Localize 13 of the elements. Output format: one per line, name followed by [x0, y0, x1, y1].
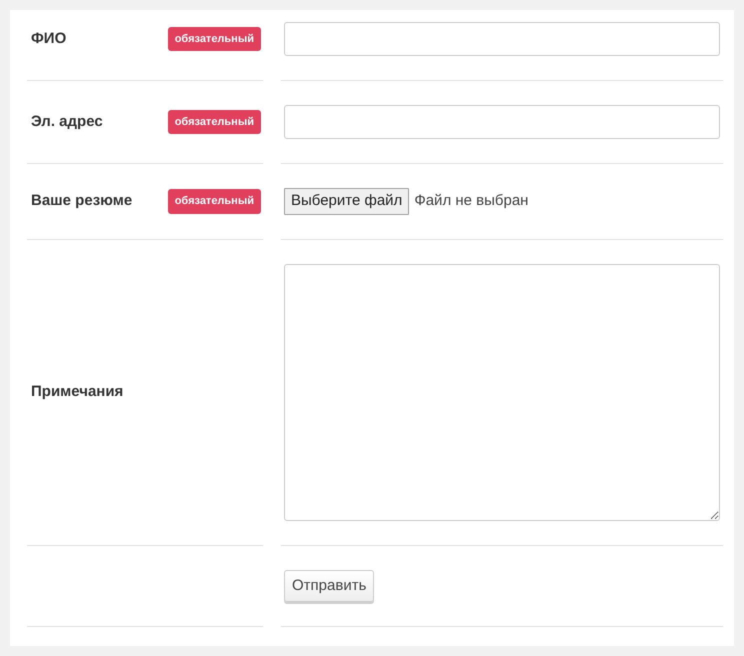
field-label: ФИО	[30, 28, 66, 49]
field-label: Эл. адрес	[30, 112, 103, 132]
notes-field[interactable]	[284, 264, 720, 521]
text-field[interactable]	[284, 105, 720, 139]
field-label: Ваше резюме	[30, 191, 132, 212]
required-badge: обязательный	[168, 110, 261, 134]
required-badge: обязательный	[168, 26, 261, 52]
text-field[interactable]	[284, 22, 720, 56]
field-label: Примечания	[30, 382, 124, 402]
file-status: Файл не выбран	[414, 191, 528, 212]
choose-file-button[interactable]: Выберите файл	[284, 188, 410, 215]
submit-button[interactable]: Отправить	[284, 570, 374, 602]
required-badge: обязательный	[168, 189, 261, 214]
